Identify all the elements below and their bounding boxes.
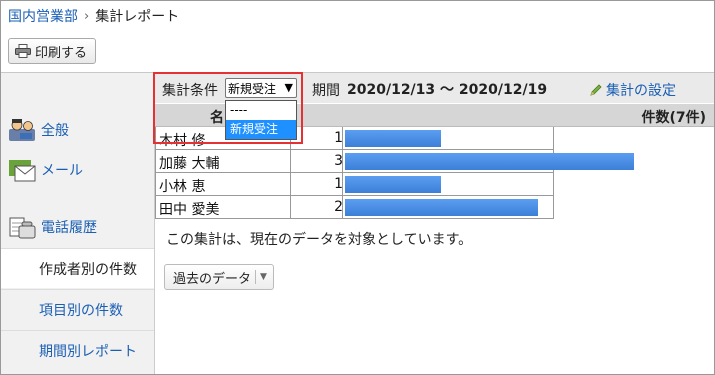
condition-label: 集計条件	[162, 83, 218, 99]
cell-divider	[342, 173, 343, 196]
condition-dropdown-list: ---- 新規受注	[225, 100, 297, 140]
condition-select[interactable]: 新規受注 ▼	[225, 78, 297, 98]
count-bar	[345, 130, 441, 147]
print-button[interactable]: 印刷する	[8, 38, 97, 64]
sidebar-sub-label: 期間別レポート	[39, 343, 137, 360]
sidebar-item-period-report[interactable]: 期間別レポート	[1, 330, 154, 370]
chevron-down-icon: ▼	[284, 81, 293, 94]
phone-history-icon	[9, 217, 36, 239]
table-row: 木村 修 1	[155, 127, 553, 150]
cell-divider	[342, 150, 343, 173]
row-name: 加藤 大輔	[159, 156, 220, 172]
report-toolbar: 集計条件 新規受注 ▼ 期間 2020/12/13 〜 2020/12/19 集…	[155, 73, 714, 103]
table-row: 小林 恵 1	[155, 173, 553, 196]
row-name: 田中 愛美	[159, 202, 220, 218]
settings-link-label: 集計の設定	[606, 83, 676, 99]
count-bar	[345, 176, 441, 193]
pencil-icon	[590, 84, 602, 96]
report-note: この集計は、現在のデータを対象としています。	[166, 232, 473, 248]
printer-icon	[15, 44, 31, 58]
count-bar	[345, 199, 538, 216]
row-name: 木村 修	[159, 133, 206, 149]
sidebar-item-general[interactable]: 全般	[1, 117, 154, 143]
sidebar-sub-label: 作成者別の件数	[39, 261, 137, 278]
past-data-button[interactable]: 過去のデータ ▼	[164, 264, 274, 290]
count-bar	[345, 153, 634, 170]
table-row: 加藤 大輔 3	[155, 150, 634, 173]
sidebar-item-label: メール	[41, 163, 83, 179]
sidebar: 全般 メール 電話履歴 作成者別の件数 項目別の件数 期間別レポート	[1, 73, 155, 374]
dropdown-option-selected[interactable]: 新規受注	[226, 120, 296, 139]
column-header-count: 件数(7件)	[641, 110, 706, 126]
mail-icon	[9, 160, 36, 182]
chevron-down-icon: ▼	[260, 272, 267, 282]
column-header-name: 名	[210, 110, 224, 126]
row-count: 1	[334, 176, 343, 192]
table-row: 田中 愛美 2	[155, 196, 553, 219]
cell-divider	[342, 127, 343, 150]
sidebar-item-mail[interactable]: メール	[1, 157, 154, 183]
sidebar-sub-label: 項目別の件数	[39, 302, 123, 319]
breadcrumb: 国内営業部 › 集計レポート	[8, 6, 179, 26]
print-button-label: 印刷する	[35, 45, 88, 61]
period-label: 期間	[312, 83, 340, 99]
row-count: 3	[334, 153, 343, 169]
dropdown-option[interactable]: ----	[226, 101, 296, 120]
sidebar-item-label: 全般	[41, 123, 69, 139]
sidebar-item-phone-history[interactable]: 電話履歴	[1, 214, 154, 240]
table-right-border	[553, 127, 554, 219]
sidebar-item-count-by-creator[interactable]: 作成者別の件数	[1, 248, 154, 288]
period-value: 2020/12/13 〜 2020/12/19	[347, 82, 548, 98]
row-count: 2	[334, 199, 343, 215]
button-separator	[255, 270, 257, 284]
page-title: 集計レポート	[95, 9, 180, 25]
breadcrumb-parent-link[interactable]: 国内営業部	[8, 6, 78, 26]
row-count: 1	[334, 130, 343, 146]
row-name: 小林 恵	[159, 179, 206, 195]
cell-divider	[342, 196, 343, 219]
condition-select-value: 新規受注	[228, 82, 277, 96]
past-data-label: 過去のデータ	[173, 271, 252, 287]
report-settings-link[interactable]: 集計の設定	[589, 80, 676, 100]
sidebar-item-label: 電話履歴	[41, 220, 97, 236]
sidebar-item-count-by-field[interactable]: 項目別の件数	[1, 289, 154, 329]
people-icon	[9, 119, 35, 141]
breadcrumb-separator: ›	[84, 8, 90, 24]
